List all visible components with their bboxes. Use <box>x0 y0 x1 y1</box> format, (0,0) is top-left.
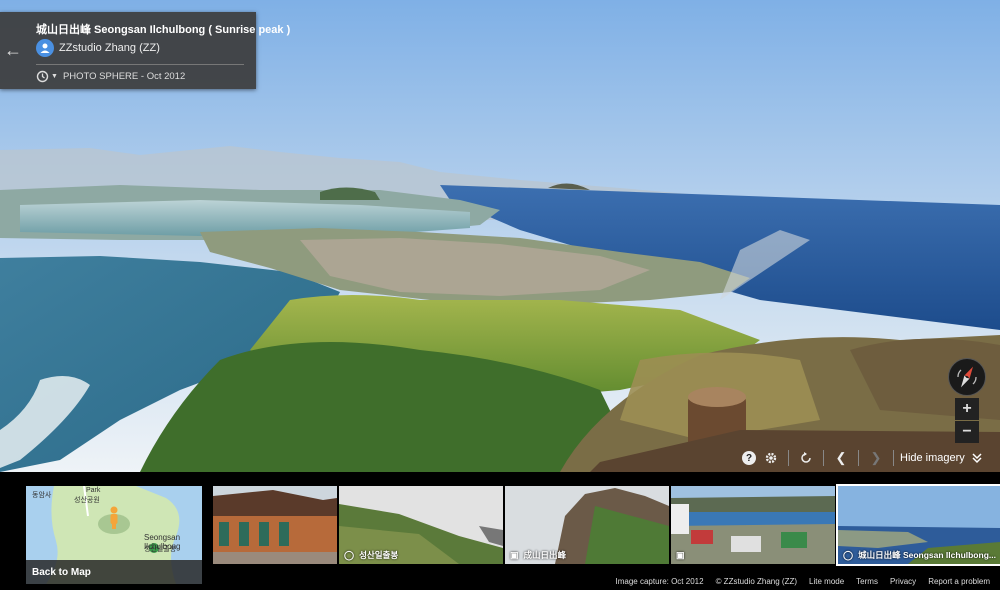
image-capture-date: Image capture: Oct 2012 <box>615 577 704 586</box>
previous-button[interactable]: ❮ <box>830 447 852 469</box>
zoom-out-button[interactable]: − <box>955 421 979 443</box>
chevron-down-icon: ▼ <box>51 73 58 80</box>
thumbnail-caption: ◯ 城山日出峰 Seongsan Ilchulbong... <box>843 549 996 561</box>
terms-link[interactable]: Terms <box>856 577 878 586</box>
hide-imagery-button[interactable]: Hide imagery <box>900 452 983 464</box>
map-temple-label: 동암사 <box>32 492 52 499</box>
toolbar-divider <box>823 450 824 466</box>
double-chevron-down-icon <box>972 453 982 464</box>
rotate-icon <box>801 452 811 463</box>
camera-icon: ▣ <box>510 549 519 560</box>
minus-icon: − <box>962 423 972 440</box>
author-name: ZZstudio Zhang (ZZ) <box>59 42 160 54</box>
card-divider <box>36 64 244 65</box>
thumbnail-3[interactable]: ▣ 成山日出峰 <box>505 486 669 564</box>
zoom-in-button[interactable]: + <box>955 398 979 420</box>
place-info-card: ← 城山日出峰 Seongsan Ilchulbong ( Sunrise pe… <box>0 12 290 89</box>
chevron-right-icon: ❯ <box>870 450 882 465</box>
lite-mode-link[interactable]: Lite mode <box>809 577 844 586</box>
footer-bar: Image capture: Oct 2012 © ZZstudio Zhang… <box>616 577 991 586</box>
author-row[interactable]: ZZstudio Zhang (ZZ) <box>36 39 160 57</box>
thumbnail-image <box>671 486 835 564</box>
privacy-link[interactable]: Privacy <box>890 577 916 586</box>
thumbnail-1[interactable] <box>213 486 337 564</box>
pegman-icon <box>108 506 120 535</box>
imagery-filmstrip: 동암사 Park 성산공원 Seongsan Ilchulbong 성산일출봉 … <box>0 472 1000 590</box>
compass-control[interactable] <box>948 358 986 396</box>
hide-imagery-label: Hide imagery <box>900 452 965 464</box>
person-icon <box>40 43 50 53</box>
settings-button[interactable] <box>760 447 782 469</box>
map-park-label: Park <box>86 487 101 494</box>
history-clock-icon <box>36 70 49 83</box>
plus-icon: + <box>962 400 972 417</box>
report-problem-link[interactable]: Report a problem <box>928 577 990 586</box>
thumbnail-2[interactable]: ◯ 성산일출봉 <box>339 486 503 564</box>
thumbnail-caption: ◯ 성산일출봉 <box>344 549 398 561</box>
help-button[interactable]: ? <box>738 447 760 469</box>
photo-sphere-icon: ◯ <box>344 549 355 560</box>
rotate-button[interactable] <box>795 447 817 469</box>
avatar <box>36 39 54 57</box>
thumbnail-image <box>213 486 337 564</box>
toolbar-divider <box>858 450 859 466</box>
thumbnail-caption: ▣ <box>676 550 690 561</box>
back-to-map-label: Back to Map <box>26 560 202 584</box>
imagery-toolbar: ? ❮ ❯ Hide imagery <box>738 446 983 470</box>
place-title[interactable]: 城山日出峰 Seongsan Ilchulbong ( Sunrise peak… <box>36 21 290 37</box>
back-arrow-icon[interactable]: ← <box>0 12 26 89</box>
map-park-label-ko: 성산공원 <box>74 497 100 504</box>
chevron-left-icon: ❮ <box>835 450 847 465</box>
photo-sphere-date: PHOTO SPHERE - Oct 2012 <box>62 71 186 82</box>
toolbar-divider <box>788 450 789 466</box>
toolbar-divider <box>893 450 894 466</box>
thumbnail-4[interactable]: ▣ <box>671 486 835 564</box>
time-travel-menu[interactable]: ▼ PHOTO SPHERE - Oct 2012 <box>36 70 185 83</box>
camera-icon: ▣ <box>676 550 685 560</box>
thumbnail-5-selected[interactable]: ◯ 城山日出峰 Seongsan Ilchulbong... <box>836 484 1000 566</box>
photo-sphere-icon: ◯ <box>843 549 854 560</box>
compass-icon <box>957 366 977 388</box>
caption-text: 성산일출봉 <box>359 550 399 560</box>
back-to-map-thumbnail[interactable]: 동암사 Park 성산공원 Seongsan Ilchulbong 성산일출봉 … <box>26 486 202 584</box>
copyright-text: © ZZstudio Zhang (ZZ) <box>715 577 798 586</box>
caption-text: 成山日出峰 <box>523 550 567 560</box>
help-icon: ? <box>742 451 756 465</box>
next-button[interactable]: ❯ <box>865 447 887 469</box>
map-place-label-ko: 성산일출봉 <box>144 546 177 553</box>
thumbnail-caption: ▣ 成山日出峰 <box>510 549 566 561</box>
caption-text: 城山日出峰 Seongsan Ilchulbong... <box>858 550 996 560</box>
gear-icon <box>765 452 777 464</box>
